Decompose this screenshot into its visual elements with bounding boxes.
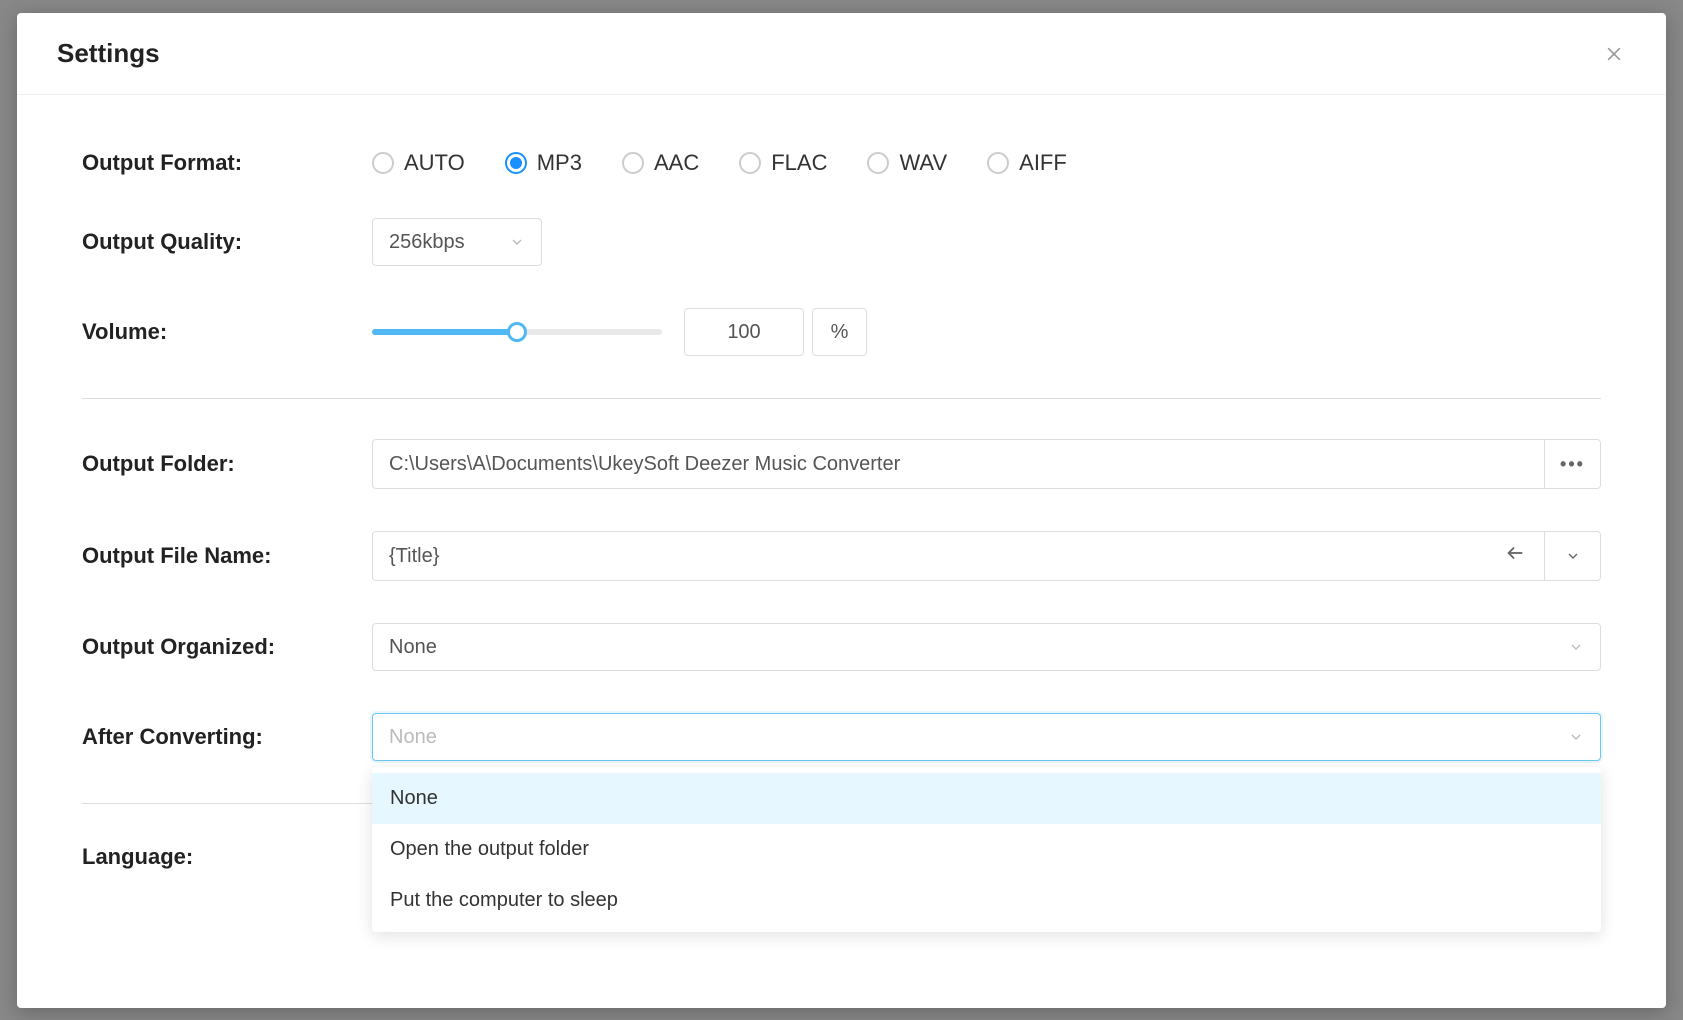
output-organized-value: None xyxy=(389,636,1568,659)
label-output-folder: Output Folder: xyxy=(82,451,372,477)
label-output-format: Output Format: xyxy=(82,150,372,176)
radio-aac[interactable]: AAC xyxy=(622,150,699,176)
radio-label: AUTO xyxy=(404,150,465,176)
label-volume: Volume: xyxy=(82,319,372,345)
volume-unit: % xyxy=(812,308,867,356)
modal-title: Settings xyxy=(57,38,160,69)
chevron-down-icon xyxy=(509,234,525,250)
label-output-organized: Output Organized: xyxy=(82,634,372,660)
browse-folder-button[interactable]: ••• xyxy=(1545,439,1601,489)
output-quality-value: 256kbps xyxy=(389,231,509,254)
radio-circle xyxy=(372,152,394,174)
row-volume: Volume: % xyxy=(82,308,1601,356)
chevron-down-icon xyxy=(1568,639,1584,655)
radio-aiff[interactable]: AIFF xyxy=(987,150,1067,176)
output-file-name-input[interactable]: {Title} xyxy=(372,531,1545,581)
radio-auto[interactable]: AUTO xyxy=(372,150,465,176)
slider-fill xyxy=(372,329,517,335)
dropdown-option[interactable]: Put the computer to sleep xyxy=(372,875,1601,926)
row-output-folder: Output Folder: C:\Users\A\Documents\Ukey… xyxy=(82,439,1601,489)
dropdown-option[interactable]: None xyxy=(372,773,1601,824)
file-name-dropdown-button[interactable] xyxy=(1545,531,1601,581)
radio-label: FLAC xyxy=(771,150,827,176)
radio-circle xyxy=(987,152,1009,174)
output-folder-value: C:\Users\A\Documents\UkeySoft Deezer Mus… xyxy=(389,453,900,476)
close-icon xyxy=(1604,44,1624,64)
row-output-file-name: Output File Name: {Title} xyxy=(82,531,1601,581)
radio-label: WAV xyxy=(899,150,947,176)
output-folder-input[interactable]: C:\Users\A\Documents\UkeySoft Deezer Mus… xyxy=(372,439,1545,489)
after-converting-placeholder: None xyxy=(389,726,1568,749)
modal-body: Output Format: AUTO MP3 AAC FLAC WAV AIFF Out… xyxy=(17,95,1666,1008)
chevron-down-icon xyxy=(1568,729,1584,745)
output-format-radio-group: AUTO MP3 AAC FLAC WAV AIFF xyxy=(372,150,1067,176)
settings-modal: Settings Output Format: AUTO MP3 AAC FLAC WA… xyxy=(17,13,1666,1008)
radio-label: AAC xyxy=(654,150,699,176)
after-converting-dropdown: NoneOpen the output folderPut the comput… xyxy=(372,767,1601,932)
label-output-file-name: Output File Name: xyxy=(82,543,372,569)
modal-header: Settings xyxy=(17,13,1666,95)
row-after-converting: After Converting: None NoneOpen the outp… xyxy=(82,713,1601,761)
label-language: Language: xyxy=(82,844,372,870)
slider-thumb[interactable] xyxy=(507,322,527,342)
row-output-organized: Output Organized: None xyxy=(82,623,1601,671)
arrow-left-icon xyxy=(1504,542,1526,570)
volume-input[interactable] xyxy=(684,308,804,356)
row-output-format: Output Format: AUTO MP3 AAC FLAC WAV AIFF xyxy=(82,150,1601,176)
radio-label: AIFF xyxy=(1019,150,1067,176)
radio-circle xyxy=(622,152,644,174)
radio-circle xyxy=(505,152,527,174)
ellipsis-icon: ••• xyxy=(1560,454,1585,475)
row-output-quality: Output Quality: 256kbps xyxy=(82,218,1601,266)
volume-slider[interactable] xyxy=(372,329,662,335)
after-converting-select[interactable]: None xyxy=(372,713,1601,761)
radio-circle xyxy=(867,152,889,174)
divider xyxy=(82,398,1601,399)
radio-wav[interactable]: WAV xyxy=(867,150,947,176)
output-file-name-value: {Title} xyxy=(389,545,439,568)
dropdown-option[interactable]: Open the output folder xyxy=(372,824,1601,875)
radio-dot xyxy=(510,157,522,169)
radio-circle xyxy=(739,152,761,174)
label-output-quality: Output Quality: xyxy=(82,229,372,255)
close-button[interactable] xyxy=(1602,42,1626,66)
label-after-converting: After Converting: xyxy=(82,724,372,750)
radio-flac[interactable]: FLAC xyxy=(739,150,827,176)
output-quality-select[interactable]: 256kbps xyxy=(372,218,542,266)
radio-mp3[interactable]: MP3 xyxy=(505,150,582,176)
radio-label: MP3 xyxy=(537,150,582,176)
output-organized-select[interactable]: None xyxy=(372,623,1601,671)
chevron-down-icon xyxy=(1565,548,1581,564)
